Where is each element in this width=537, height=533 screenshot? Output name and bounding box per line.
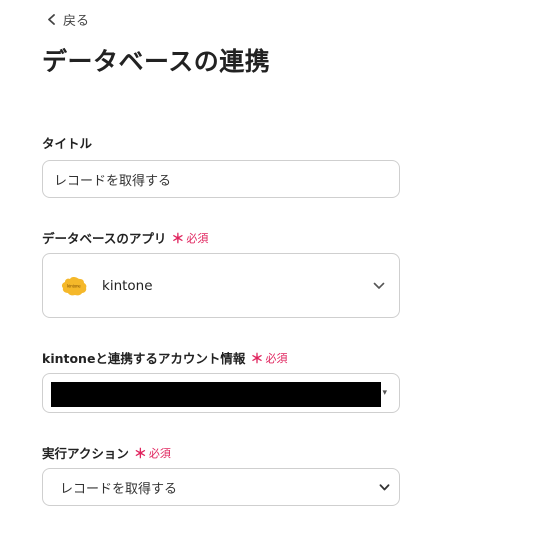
title-field-label: タイトル — [42, 133, 92, 152]
action-select-value: レコードを取得する — [60, 481, 178, 497]
title-label-text: タイトル — [42, 136, 93, 151]
required-text: 必須 — [186, 231, 209, 245]
chevron-down-icon — [379, 483, 390, 490]
title-input[interactable]: レコードを取得する — [42, 160, 400, 198]
required-star: ＊ — [171, 232, 185, 247]
account-label-text: kintoneと連携するアカウント情報 — [42, 351, 246, 366]
chevron-left-icon — [48, 14, 55, 25]
required-badge: ＊必須 — [171, 228, 209, 248]
title-input-value: レコードを取得する — [54, 173, 172, 189]
required-star: ＊ — [133, 447, 147, 462]
back-label: 戻る — [63, 14, 90, 29]
required-badge: ＊必須 — [133, 443, 171, 463]
action-label-text: 実行アクション — [42, 446, 129, 461]
kintone-logo-text: kintone — [67, 283, 81, 288]
app-label-text: データベースのアプリ — [42, 231, 167, 246]
app-field-label: データベースのアプリ ＊必須 — [42, 228, 208, 247]
required-text: 必須 — [265, 351, 288, 365]
back-link[interactable]: 戻る — [47, 10, 89, 29]
app-select[interactable]: kintone kintone — [42, 253, 400, 318]
page-title: データベースの連携 — [42, 47, 271, 76]
action-select[interactable]: レコードを取得する — [42, 468, 400, 506]
kintone-logo-icon: kintone — [61, 276, 87, 295]
dropdown-indicator-icon: ▾ — [382, 388, 387, 398]
app-select-value: kintone — [102, 277, 153, 294]
redacted-account-value — [51, 382, 381, 407]
required-badge: ＊必須 — [250, 348, 288, 368]
account-field-label: kintoneと連携するアカウント情報 ＊必須 — [42, 348, 287, 367]
account-input[interactable]: ▾ — [42, 373, 400, 413]
action-field-label: 実行アクション ＊必須 — [42, 443, 171, 462]
required-star: ＊ — [250, 352, 264, 367]
required-text: 必須 — [148, 446, 171, 460]
chevron-down-icon — [373, 282, 385, 289]
